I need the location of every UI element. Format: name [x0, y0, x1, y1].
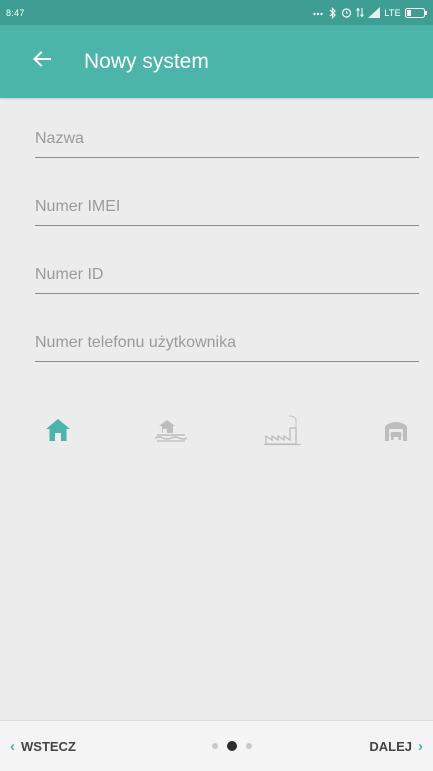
page-dot — [245, 743, 252, 749]
type-garage-button[interactable] — [373, 412, 419, 452]
back-nav-label: WSTECZ — [21, 738, 76, 754]
back-button[interactable] — [14, 34, 70, 90]
id-input[interactable] — [35, 258, 419, 292]
status-time: 8:47 — [6, 7, 25, 18]
next-nav-label: DALEJ — [369, 738, 412, 754]
arrow-back-icon — [33, 51, 51, 72]
chevron-right-icon: › — [417, 737, 423, 755]
id-field — [35, 234, 419, 302]
imei-underline — [35, 225, 419, 226]
type-factory-button[interactable] — [260, 412, 306, 452]
page-indicator — [211, 741, 252, 751]
dots-icon — [313, 10, 325, 16]
name-underline — [35, 157, 419, 158]
phone-field — [35, 302, 419, 370]
app-bar: Nowy system — [0, 25, 433, 98]
data-arrows-icon — [356, 7, 365, 18]
status-bar: 8:47 LTE — [0, 0, 433, 25]
status-icons: LTE — [313, 6, 427, 19]
imei-field — [35, 166, 419, 234]
battery-icon — [405, 7, 427, 18]
phone-underline — [35, 361, 419, 362]
screen: 8:47 LTE Nowy system Nazwa Numer IMEI Nu… — [0, 0, 433, 771]
network-type: LTE — [384, 7, 401, 18]
type-house-button[interactable] — [35, 412, 81, 452]
bluetooth-icon — [329, 6, 337, 19]
garage-icon — [383, 418, 409, 447]
lake-house-icon — [153, 417, 189, 448]
next-nav-button[interactable]: DALEJ › — [359, 726, 433, 766]
user-phone-input[interactable] — [35, 326, 419, 360]
name-field — [35, 98, 419, 166]
factory-icon — [263, 414, 303, 451]
name-input[interactable] — [35, 122, 419, 156]
id-underline — [35, 293, 419, 294]
chevron-left-icon: ‹ — [10, 737, 15, 755]
system-type-selector — [35, 410, 419, 454]
page-dot-active — [226, 741, 237, 751]
page-dot — [211, 743, 218, 749]
back-nav-button[interactable]: ‹ WSTECZ — [0, 726, 86, 766]
imei-input[interactable] — [35, 190, 419, 224]
new-system-form — [35, 98, 419, 370]
type-lake-house-button[interactable] — [148, 412, 194, 452]
page-title: Nowy system — [84, 49, 209, 73]
signal-icon — [368, 7, 381, 18]
house-icon — [45, 418, 71, 447]
alarm-icon — [341, 7, 352, 18]
bottom-navigation: ‹ WSTECZ DALEJ › — [0, 720, 433, 771]
